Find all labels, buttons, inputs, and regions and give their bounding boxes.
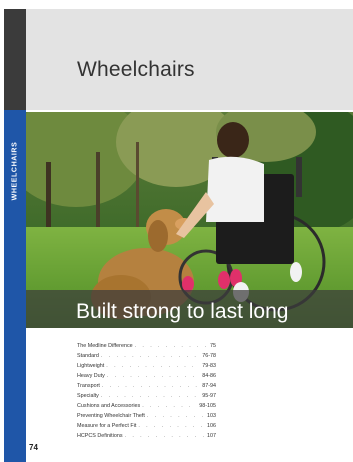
toc-item-pages: 106 bbox=[207, 423, 216, 429]
toc-item[interactable]: Preventing Wheelchair Theft 103 bbox=[77, 413, 216, 423]
section-tab-label: WHEELCHAIRS bbox=[11, 141, 19, 201]
page-title: Wheelchairs bbox=[77, 58, 195, 81]
top-tab bbox=[4, 9, 26, 110]
toc-item-pages: 98-105 bbox=[199, 403, 216, 409]
toc-item-label: Cushions and Accessories bbox=[77, 403, 141, 409]
toc-leader bbox=[102, 383, 200, 389]
toc-item-label: Measure for a Perfect Fit bbox=[77, 423, 137, 429]
toc-item-label: Specialty bbox=[77, 393, 99, 399]
toc-item-pages: 75 bbox=[210, 343, 216, 349]
toc-item-pages: 87-94 bbox=[202, 383, 216, 389]
toc-item-pages: 95-97 bbox=[202, 393, 216, 399]
toc-leader bbox=[107, 373, 200, 379]
toc-item[interactable]: The Medline Difference 75 bbox=[77, 343, 216, 353]
toc-item-label: Standard bbox=[77, 353, 99, 359]
hero-photo: Built strong to last long bbox=[26, 112, 353, 328]
toc-item[interactable]: Cushions and Accessories 98-105 bbox=[77, 403, 216, 413]
toc-item-pages: 84-86 bbox=[202, 373, 216, 379]
toc-item[interactable]: Measure for a Perfect Fit 106 bbox=[77, 423, 216, 433]
toc-item[interactable]: Specialty 95-97 bbox=[77, 393, 216, 403]
table-of-contents: The Medline Difference 75 Standard 76-78 L… bbox=[77, 343, 216, 443]
toc-leader bbox=[125, 433, 205, 439]
toc-leader bbox=[142, 403, 197, 409]
toc-leader bbox=[106, 363, 200, 369]
toc-item-label: HCPCS Definitions bbox=[77, 433, 123, 439]
toc-item-pages: 79-83 bbox=[202, 363, 216, 369]
toc-item[interactable]: Heavy Duty 84-86 bbox=[77, 373, 216, 383]
toc-item-label: Transport bbox=[77, 383, 100, 389]
toc-leader bbox=[147, 413, 205, 419]
toc-item[interactable]: Lightweight 79-83 bbox=[77, 363, 216, 373]
photo-caption: Built strong to last long bbox=[76, 300, 289, 323]
page-number: 74 bbox=[29, 443, 38, 452]
toc-item-pages: 76-78 bbox=[202, 353, 216, 359]
toc-item[interactable]: HCPCS Definitions 107 bbox=[77, 433, 216, 443]
toc-item-label: Heavy Duty bbox=[77, 373, 105, 379]
toc-leader bbox=[135, 343, 208, 349]
toc-item-label: The Medline Difference bbox=[77, 343, 133, 349]
toc-item-label: Preventing Wheelchair Theft bbox=[77, 413, 145, 419]
toc-item[interactable]: Standard 76-78 bbox=[77, 353, 216, 363]
toc-leader bbox=[101, 393, 200, 399]
toc-item-pages: 107 bbox=[207, 433, 216, 439]
toc-item-pages: 103 bbox=[207, 413, 216, 419]
toc-item-label: Lightweight bbox=[77, 363, 105, 369]
toc-leader bbox=[101, 353, 200, 359]
toc-leader bbox=[138, 423, 205, 429]
catalog-page: Wheelchairs WHEELCHAIRS Built strong to … bbox=[0, 0, 353, 462]
toc-item[interactable]: Transport 87-94 bbox=[77, 383, 216, 393]
